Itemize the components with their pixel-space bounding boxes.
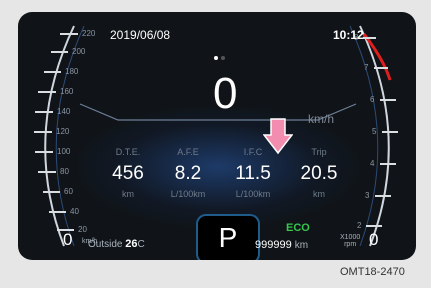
- speedometer-scale-label: 200: [72, 47, 86, 56]
- date-display: 2019/06/08: [110, 28, 171, 42]
- speedometer-scale-label: 140: [57, 107, 71, 116]
- stat-trip: Trip 20.5 km: [284, 147, 354, 199]
- tachometer-scale-label: 6: [370, 95, 375, 104]
- tachometer-zero: 0: [369, 230, 379, 249]
- odometer-value: 999999: [255, 239, 292, 251]
- odometer: 999999 km: [255, 239, 308, 251]
- stat-label: A.F.E: [177, 147, 199, 157]
- speedometer-scale-label: 180: [65, 67, 79, 76]
- outside-label: Outside: [88, 239, 123, 250]
- speedometer-scale-label: 120: [56, 127, 70, 136]
- stat-value: 20.5: [300, 163, 338, 184]
- speed-unit: km/h: [308, 112, 335, 126]
- speedometer-scale-label: 100: [57, 147, 71, 156]
- tachometer-scale-label: 3: [365, 191, 370, 200]
- outside-temp-value: 26: [125, 238, 138, 250]
- eco-indicator: ECO: [286, 222, 310, 234]
- tachometer-unit-bottom: rpm: [344, 241, 357, 248]
- figure-caption: OMT18-2470: [340, 266, 405, 278]
- stat-label: I.F.C: [243, 147, 263, 157]
- stat-ifc: I.F.C 11.5 L/100km: [218, 147, 288, 199]
- tachometer-scale-label: 5: [372, 127, 377, 136]
- stat-value: 11.5: [235, 163, 271, 184]
- outside-temp: Outside 26C: [88, 238, 145, 250]
- stat-unit: L/100km: [235, 189, 271, 199]
- speedometer-scale-label: 60: [64, 187, 73, 196]
- stat-afe: A.F.E 8.2 L/100km: [153, 147, 223, 199]
- tachometer-unit: X1000 rpm: [340, 234, 360, 248]
- gear-indicator: P: [196, 214, 260, 260]
- page-indicator: [214, 56, 226, 60]
- outside-temp-unit: C: [137, 239, 145, 250]
- odometer-unit: km: [294, 240, 309, 251]
- tachometer-scale-label: 2: [357, 221, 362, 230]
- speedometer-scale-label: 20: [78, 225, 87, 234]
- speed-value: 0: [213, 69, 238, 118]
- stat-label: Trip: [311, 147, 327, 157]
- speedometer-zero: 0: [63, 230, 73, 249]
- tachometer-scale-label: 7: [364, 63, 369, 72]
- page-dot-inactive: [221, 56, 225, 60]
- stat-unit: L/100km: [170, 189, 206, 199]
- instrument-cluster: 220 200 180 160 140 120 100 80 60 40 20 8765432 20…: [18, 12, 416, 260]
- tachometer-scale-label: 4: [370, 159, 375, 168]
- speedometer-scale-label: 40: [70, 207, 79, 216]
- stat-unit: km: [313, 189, 325, 199]
- speedometer-scale-label: 80: [60, 167, 69, 176]
- tachometer-unit-top: X1000: [340, 234, 361, 241]
- page-dot-active: [214, 56, 218, 60]
- clock-display: 10:12: [333, 28, 364, 42]
- stat-value: 8.2: [174, 163, 202, 184]
- speedometer-scale-label: 160: [60, 87, 74, 96]
- speedometer-scale-label: 220: [82, 29, 96, 38]
